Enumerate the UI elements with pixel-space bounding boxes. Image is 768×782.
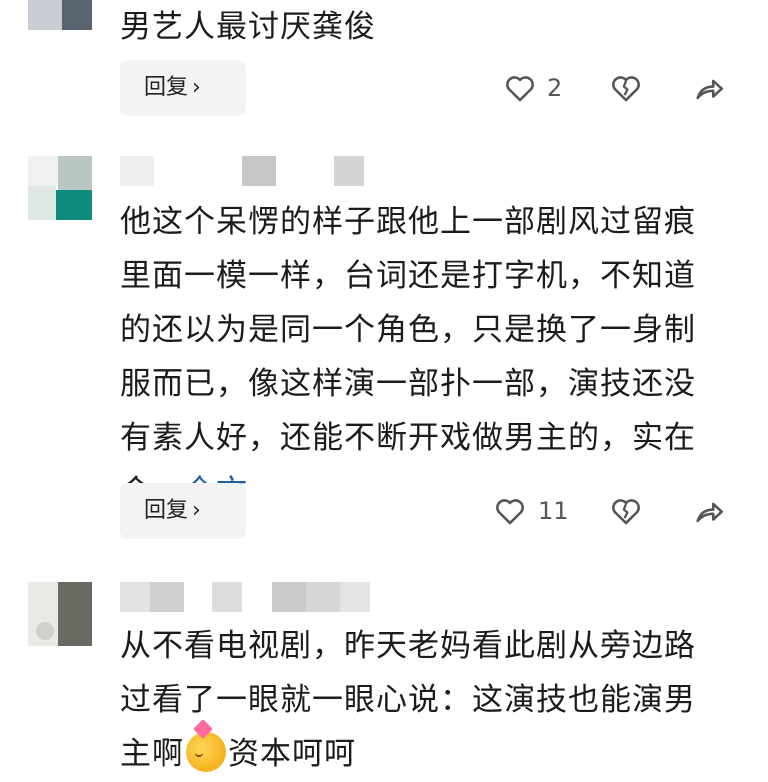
avatar[interactable] (28, 582, 92, 646)
broken-heart-icon[interactable] (609, 71, 643, 105)
party-face-emoji (186, 732, 226, 772)
reply-button[interactable]: 回复 › (120, 60, 246, 116)
broken-heart-icon[interactable] (609, 494, 643, 528)
comment-text: 他这个呆愣的样子跟他上一部剧风过留痕里面一模一样，台词还是打字机，不知道的还以为… (120, 195, 720, 519)
share-icon[interactable] (692, 494, 726, 528)
share-icon[interactable] (692, 71, 726, 105)
comment-text-content: 他这个呆愣的样子跟他上一部剧风过留痕里面一模一样，台词还是打字机，不知道的还以为… (120, 204, 696, 510)
chevron-right-icon: › (192, 498, 201, 523)
reply-label: 回复 (144, 75, 189, 100)
reply-button[interactable]: 回复 › (120, 483, 246, 539)
comment-text: 男艺人最讨厌龚俊 (120, 9, 376, 45)
username-redacted[interactable] (120, 582, 380, 616)
avatar[interactable] (28, 0, 92, 30)
comment-text-tail: 资本呵呵 (228, 736, 356, 772)
reply-label: 回复 (144, 498, 189, 523)
avatar[interactable] (28, 156, 92, 220)
comment-text: 从不看电视剧，昨天老妈看此剧从旁边路过看了一眼就一眼心说：这演技也能演男主啊 资本… (120, 619, 720, 781)
heart-icon[interactable] (493, 494, 527, 528)
heart-icon[interactable] (503, 71, 537, 105)
like-count: 11 (538, 497, 569, 525)
username-redacted[interactable] (120, 156, 380, 190)
chevron-right-icon: › (192, 75, 201, 100)
like-count: 2 (547, 74, 563, 102)
